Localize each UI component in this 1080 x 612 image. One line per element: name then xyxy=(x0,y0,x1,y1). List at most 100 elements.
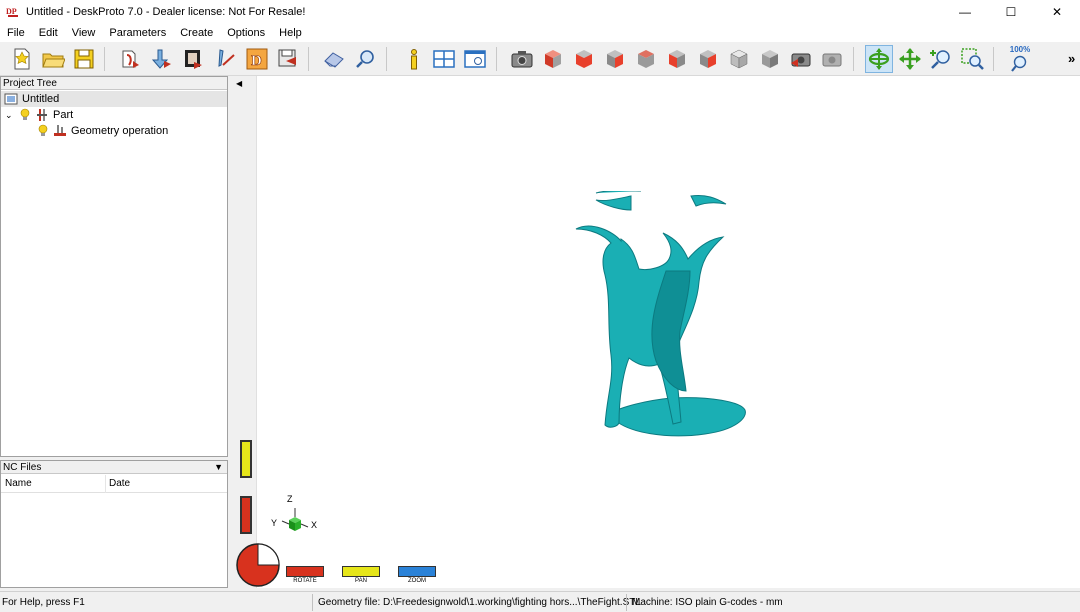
cube-top-icon xyxy=(700,50,716,68)
view-left-button[interactable] xyxy=(632,45,660,73)
next-view-button[interactable] xyxy=(818,45,846,73)
info-button[interactable] xyxy=(399,45,427,73)
camera-forward-icon xyxy=(822,53,842,67)
previous-view-button[interactable] xyxy=(787,45,815,73)
cube-front-icon xyxy=(576,50,592,68)
menu-edit[interactable]: Edit xyxy=(32,27,65,39)
zoom-window-icon xyxy=(961,48,984,70)
new-project-button[interactable] xyxy=(8,45,36,73)
column-date[interactable]: Date xyxy=(109,478,130,489)
svg-text:D: D xyxy=(251,53,262,69)
cube-left-icon xyxy=(638,50,654,68)
save-geometry-button[interactable] xyxy=(274,45,302,73)
maximize-button[interactable]: ☐ xyxy=(988,0,1034,24)
preview-button[interactable] xyxy=(461,45,489,73)
minimize-button[interactable]: — xyxy=(942,0,988,24)
zoom-mode-button[interactable] xyxy=(927,45,955,73)
save-project-button[interactable] xyxy=(70,45,98,73)
deskproto-app-icon: DP xyxy=(6,5,20,19)
title-bar: DP Untitled - DeskProto 7.0 - Dealer lic… xyxy=(0,0,1080,24)
view-front-button[interactable] xyxy=(570,45,598,73)
rotate-mode-button[interactable] xyxy=(865,45,893,73)
open-project-button[interactable] xyxy=(39,45,67,73)
part-icon xyxy=(37,109,47,121)
camera-view-button[interactable] xyxy=(508,45,536,73)
dropdown-arrow-icon[interactable]: ▼ xyxy=(214,461,223,474)
zoom-window-button[interactable] xyxy=(958,45,986,73)
import-part-button[interactable] xyxy=(148,45,176,73)
eraser-button[interactable] xyxy=(320,45,348,73)
open-folder-icon xyxy=(42,53,65,68)
collapse-left-arrow-icon[interactable]: ◀ xyxy=(236,79,242,88)
zoom-100-button[interactable]: 100% xyxy=(1006,45,1034,73)
column-name[interactable]: Name xyxy=(5,478,32,489)
menu-view[interactable]: View xyxy=(65,27,103,39)
lightbulb-icon[interactable] xyxy=(19,108,31,122)
menu-bar: File Edit View Parameters Create Options… xyxy=(0,24,1080,42)
tree-item-part[interactable]: ⌄ Part xyxy=(5,107,73,123)
menu-help[interactable]: Help xyxy=(272,27,309,39)
rotate-mode-indicator[interactable]: ROTATE xyxy=(286,566,324,584)
menu-file[interactable]: File xyxy=(0,27,32,39)
menu-options[interactable]: Options xyxy=(220,27,272,39)
axes-cube-icon xyxy=(281,508,309,531)
view-bottom-button[interactable] xyxy=(725,45,753,73)
inspect-button[interactable] xyxy=(352,45,380,73)
d-letter-icon: D xyxy=(246,48,268,70)
tree-item-project[interactable]: Untitled xyxy=(1,91,227,107)
zoom-plus-icon xyxy=(930,50,950,69)
tree-item-geometry-operation[interactable]: Geometry operation xyxy=(37,123,168,139)
layout-button[interactable] xyxy=(430,45,458,73)
view-right-button[interactable] xyxy=(663,45,691,73)
magnifier-icon xyxy=(356,50,374,68)
3d-viewport[interactable]: ◀ Z Y X ROTATE PAN ZOOM xyxy=(231,76,1080,588)
status-bar: For Help, press F1 Geometry file: D:\Fre… xyxy=(0,591,1080,612)
view-plain-button[interactable] xyxy=(756,45,784,73)
axis-z-label: Z xyxy=(287,494,293,504)
rotate-slider[interactable] xyxy=(240,496,252,534)
lightbulb-icon[interactable] xyxy=(37,124,49,138)
project-icon xyxy=(4,93,18,105)
camera-icon xyxy=(511,51,533,68)
view-iso-button[interactable] xyxy=(539,45,567,73)
cube-iso-icon xyxy=(545,50,561,68)
project-tree-panel: Project Tree Untitled ⌄ Part Geometry op… xyxy=(0,76,228,457)
pan-mode-bar xyxy=(342,566,380,577)
collapse-chevron-icon[interactable]: ⌄ xyxy=(5,110,19,121)
vector-import-button[interactable] xyxy=(212,45,240,73)
main-toolbar: D 100% » xyxy=(0,42,1080,76)
status-machine: Machine: ISO plain G-codes - mm xyxy=(632,597,783,608)
bitmap-icon xyxy=(185,50,202,69)
viewport-control-strip: ◀ xyxy=(231,76,257,588)
zoom-percent-label: 100% xyxy=(1009,45,1031,54)
pan-slider[interactable] xyxy=(240,440,252,478)
close-button[interactable]: ✕ xyxy=(1034,0,1080,24)
deskproto-file-button[interactable]: D xyxy=(243,45,271,73)
cube-bottom-icon xyxy=(730,49,748,69)
pan-arrows-icon xyxy=(899,48,921,70)
menu-create[interactable]: Create xyxy=(173,27,220,39)
toolbar-overflow-chevron[interactable]: » xyxy=(1068,51,1075,66)
zoom-mode-label: ZOOM xyxy=(408,578,426,584)
rotate-mode-bar xyxy=(286,566,324,577)
zoom-fit-icon xyxy=(1011,55,1027,72)
zoom-mode-indicator[interactable]: ZOOM xyxy=(398,566,436,584)
bitmap-import-button[interactable] xyxy=(180,45,208,73)
export-disk-icon xyxy=(278,49,296,67)
part-import-icon xyxy=(151,49,171,69)
pan-mode-label: PAN xyxy=(355,578,367,584)
pan-mode-indicator[interactable]: PAN xyxy=(342,566,380,584)
nc-files-title: NC Files xyxy=(3,462,42,473)
menu-parameters[interactable]: Parameters xyxy=(102,27,173,39)
rotate-dial[interactable] xyxy=(235,542,281,588)
svg-text:DP: DP xyxy=(6,7,17,16)
cube-right-icon xyxy=(669,50,685,68)
left-pane: Project Tree Untitled ⌄ Part Geometry op… xyxy=(0,76,228,588)
view-top-button[interactable] xyxy=(694,45,722,73)
axis-y-label: Y xyxy=(271,518,278,528)
rotate-mode-label: ROTATE xyxy=(293,578,317,584)
load-geometry-button[interactable] xyxy=(117,45,145,73)
view-back-button[interactable] xyxy=(601,45,629,73)
horse-statue-model[interactable] xyxy=(571,191,771,461)
pan-mode-button[interactable] xyxy=(896,45,924,73)
